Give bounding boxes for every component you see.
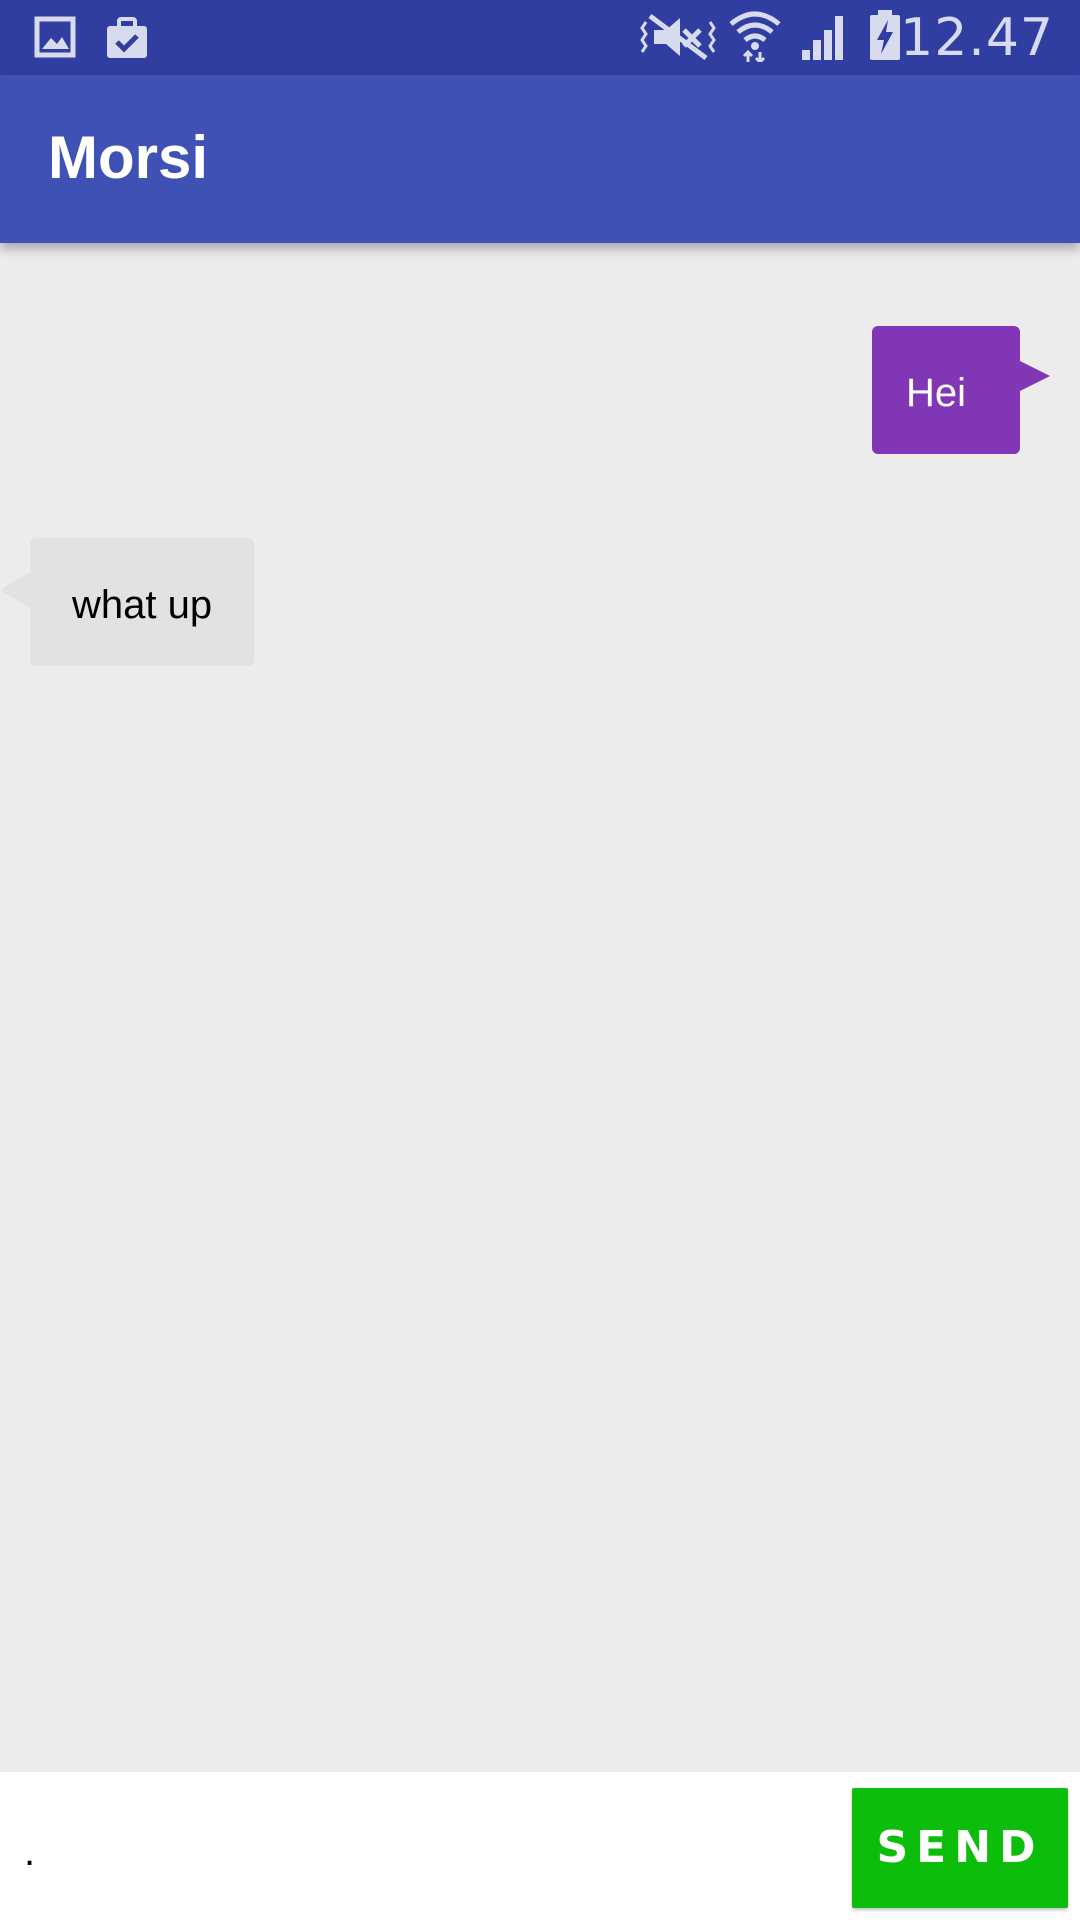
status-time: 12.47 <box>900 8 1054 68</box>
bubble-tail <box>1018 360 1050 392</box>
chat-screen: 12.47 Morsi Hei what up SEND <box>0 0 1080 1920</box>
wifi-icon <box>729 11 781 62</box>
bubble-tail <box>0 572 30 608</box>
cell-signal-icon <box>802 16 843 60</box>
send-button[interactable]: SEND <box>852 1788 1068 1908</box>
message-input[interactable] <box>24 1812 824 1892</box>
outgoing-message-bubble[interactable]: Hei <box>872 326 1050 454</box>
message-text: what up <box>72 583 213 627</box>
gallery-icon <box>34 16 76 58</box>
app-bar: Morsi <box>0 75 1080 243</box>
status-bar: 12.47 <box>0 0 1080 75</box>
clipboard-check-icon <box>107 17 147 58</box>
vibrate-mute-icon <box>640 14 716 60</box>
conversation-title: Morsi <box>48 124 209 191</box>
message-text: Hei <box>906 371 967 415</box>
incoming-message-bubble[interactable]: what up <box>0 538 254 666</box>
battery-charging-icon <box>870 10 900 60</box>
message-composer: SEND <box>0 1772 1080 1920</box>
